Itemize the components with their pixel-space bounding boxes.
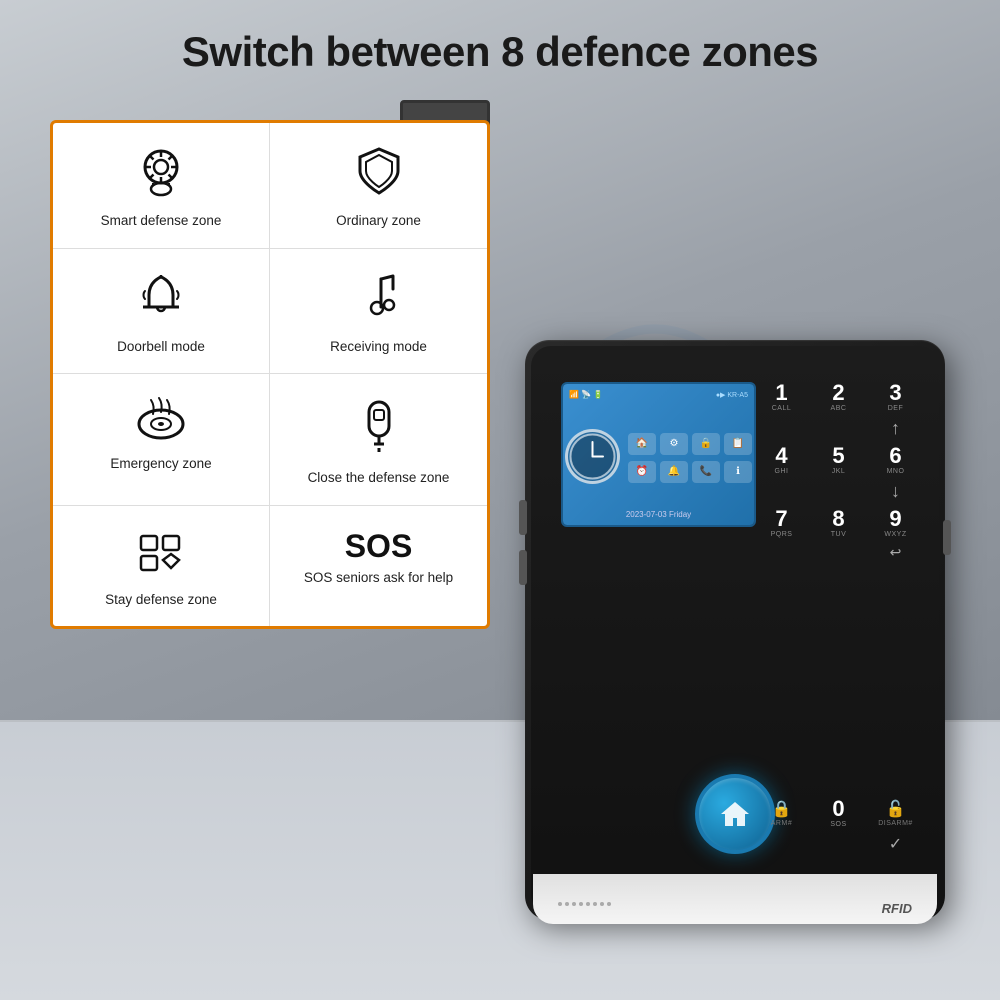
rfid-label: RFID (882, 901, 912, 916)
side-button-right[interactable] (943, 520, 951, 555)
key-2[interactable]: 2 ABC (813, 382, 864, 412)
key-0[interactable]: 0 SOS (813, 798, 864, 828)
zone-close-defense: Close the defense zone (270, 374, 487, 506)
keypad[interactable]: 1 CALL 2 ABC 3 DEF ↑ 4 (756, 382, 921, 561)
home-icon (717, 796, 753, 832)
shield-icon (356, 145, 402, 204)
key-arm[interactable]: 🔒 ARM# (756, 798, 807, 828)
device-bottom-strip: RFID (533, 874, 937, 924)
zone-receiving-label: Receiving mode (330, 338, 427, 356)
key-1[interactable]: 1 CALL (756, 382, 807, 412)
lcd-status-bar: 📶 📡 🔋 (569, 390, 603, 399)
brain-gear-icon (135, 145, 187, 204)
zone-doorbell-label: Doorbell mode (117, 338, 205, 356)
bottom-keypad[interactable]: 🔒 ARM# 0 SOS 🔓 DISARM# ✓ (756, 798, 921, 854)
smoke-detector-icon (133, 396, 189, 447)
zone-smart-defense-label: Smart defense zone (101, 212, 222, 230)
key-fob-icon (361, 396, 397, 461)
key-confirm[interactable]: ✓ (870, 834, 921, 854)
zone-ordinary-label: Ordinary zone (336, 212, 421, 230)
key-9[interactable]: 9 WXYZ (870, 508, 921, 538)
key-backspace[interactable]: ↩ (870, 544, 921, 561)
stay-icons-icon (135, 528, 187, 583)
device-body: 📶 📡 🔋 ●▶ KR-A5 (525, 340, 945, 920)
bell-icon (137, 271, 185, 330)
zone-sos-label: SOS seniors ask for help (304, 569, 453, 587)
zone-stay-defense: Stay defense zone (53, 506, 270, 627)
zones-grid: Smart defense zone Ordinary zone (53, 123, 487, 626)
lcd-alarm-id: ●▶ KR-A5 (716, 391, 748, 399)
key-6[interactable]: 6 MNO (870, 445, 921, 475)
key-7[interactable]: 7 PQRS (756, 508, 807, 538)
key-3[interactable]: 3 DEF (870, 382, 921, 412)
lcd-date: 2023-07-03 Friday (569, 510, 748, 519)
zone-sos: SOS SOS seniors ask for help (270, 506, 487, 627)
zone-close-defense-label: Close the defense zone (308, 469, 450, 487)
alarm-device: 📶 📡 🔋 ●▶ KR-A5 (525, 340, 945, 920)
page-title: Switch between 8 defence zones (0, 28, 1000, 76)
music-note-icon (359, 271, 399, 330)
lcd-screen: 📶 📡 🔋 ●▶ KR-A5 (561, 382, 756, 527)
key-5[interactable]: 5 JKL (813, 445, 864, 475)
lcd-app-icons: 🏠 ⚙ 🔒 📋 (628, 429, 752, 457)
key-4[interactable]: 4 GHI (756, 445, 807, 475)
zone-doorbell: Doorbell mode (53, 249, 270, 375)
lcd-clock (565, 429, 620, 484)
sos-icon: SOS (345, 528, 413, 565)
key-8[interactable]: 8 TUV (813, 508, 864, 538)
key-up[interactable]: ↑ (870, 418, 921, 439)
key-disarm[interactable]: 🔓 DISARM# (870, 798, 921, 828)
speaker-grill (558, 902, 611, 906)
zone-emergency: Emergency zone (53, 374, 270, 506)
zone-receiving: Receiving mode (270, 249, 487, 375)
zone-smart-defense: Smart defense zone (53, 123, 270, 249)
zone-emergency-label: Emergency zone (110, 455, 211, 473)
side-button-2[interactable] (519, 550, 527, 585)
key-down[interactable]: ↓ (870, 481, 921, 502)
defence-zones-card: Smart defense zone Ordinary zone (50, 120, 490, 629)
side-button-1[interactable] (519, 500, 527, 535)
zone-ordinary: Ordinary zone (270, 123, 487, 249)
zone-stay-defense-label: Stay defense zone (105, 591, 217, 609)
device-face: 📶 📡 🔋 ●▶ KR-A5 (531, 346, 939, 914)
